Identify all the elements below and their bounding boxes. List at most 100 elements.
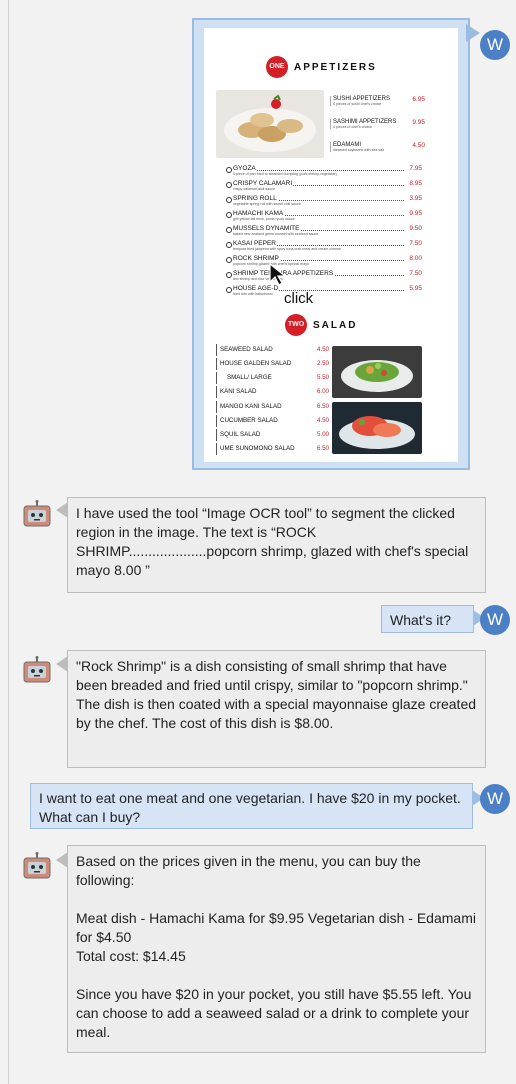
- menu-item-desc: fried tofu with katsubushi: [233, 292, 273, 296]
- menu-item-desc: 4 pieces of sushi chef's choice: [333, 102, 382, 106]
- salad-photo-2: [332, 402, 422, 454]
- salad-item-price: 6.50: [316, 445, 329, 452]
- salad-item[interactable]: MANGO KANI SALAD 6.50: [216, 401, 329, 413]
- leader-dots: [233, 170, 404, 171]
- menu-item-edamami[interactable]: EDAMAMI 4.50 steamed soybeans with sea s…: [330, 142, 425, 152]
- menu-item-spring-roll[interactable]: SPRING ROLL 3.95 vegetable spring roll w…: [226, 195, 422, 207]
- user-message-text: I want to eat one meat and one vegetaria…: [39, 790, 461, 825]
- bot-avatar: [22, 500, 52, 528]
- menu-item-price: 7.50: [409, 270, 422, 277]
- salad-item-name: UME SUNOMONO SALAD: [220, 445, 295, 452]
- user-message-whats-it: What's it?: [381, 605, 474, 633]
- menu-item-kasai-peper[interactable]: KASAI PEPER 7.50 tempura fried jalapeno …: [226, 240, 422, 252]
- section-badge: ONE: [266, 56, 288, 78]
- menu-item-shrimp-tempura[interactable]: SHRIMP TEMPURA APPETIZERS 7.50 two shrim…: [226, 270, 422, 282]
- salad-photo-art: [339, 416, 415, 449]
- robot-icon: [23, 852, 51, 879]
- menu-item-name: SPRING ROLL: [233, 195, 278, 202]
- salad-header: TWO SALAD: [285, 314, 357, 336]
- robot-icon: [23, 500, 51, 527]
- user-message-text: What's it?: [390, 612, 452, 628]
- bot-avatar: [22, 656, 52, 684]
- bullet-icon: [226, 197, 232, 203]
- user-avatar: W: [480, 784, 510, 814]
- bullet-icon: [226, 242, 232, 248]
- chat-frame-line: [8, 0, 9, 1084]
- menu-item-house-age-d[interactable]: HOUSE AGE-D 5.95 fried tofu with katsubu…: [226, 285, 422, 297]
- salad-item-name: HOUSE GALDEN SALAD: [220, 360, 292, 367]
- section-title: APPETIZERS: [294, 61, 377, 73]
- bot-message-text: "Rock Shrimp" is a dish consisting of sm…: [76, 658, 477, 731]
- bot-message-explanation: "Rock Shrimp" is a dish consisting of sm…: [67, 650, 486, 768]
- menu-item-gyoza[interactable]: GYOZA 7.95 6 piece of pan fried or steam…: [226, 165, 422, 177]
- salad-item-price: 6.50: [316, 403, 329, 410]
- salad-item-price: 5.00: [316, 431, 329, 438]
- salad-item[interactable]: CUCUMBER SALAD 4.50: [216, 415, 329, 427]
- robot-icon: [23, 656, 51, 683]
- bullet-icon: [226, 272, 232, 278]
- menu-item-price: 7.50: [409, 240, 422, 247]
- menu-item-price: 5.95: [409, 285, 422, 292]
- salad-item[interactable]: KANI SALAD 6.00: [216, 386, 329, 398]
- menu-item-desc: vegetable spring roll with sweet chili s…: [233, 202, 301, 206]
- salad-item-price: 2.50: [316, 360, 329, 367]
- menu-item-price: 7.95: [409, 165, 422, 172]
- bullet-icon: [226, 227, 232, 233]
- salad-item-price: 6.00: [316, 388, 329, 395]
- salad-item[interactable]: SQUIL SALAD 5.00: [216, 429, 329, 441]
- menu-item-name: ROCK SHRIMP: [233, 255, 280, 262]
- salad-item-name: CUCUMBER SALAD: [220, 417, 278, 424]
- bot-message-text: Based on the prices given in the menu, y…: [76, 853, 476, 1040]
- section-badge: TWO: [285, 314, 307, 336]
- user-message-budget: I want to eat one meat and one vegetaria…: [30, 783, 473, 829]
- menu-item-hamachi-kama[interactable]: HAMACHI KAMA 9.95 grill yellow tail neck…: [226, 210, 422, 222]
- salad-item-name: MANGO KANI SALAD: [220, 403, 282, 410]
- menu-item-rock-shrimp[interactable]: ROCK SHRIMP 8.00 popcorn shrimp,glazed w…: [226, 255, 422, 267]
- menu-item-desc: grill yellow tail neck, ponzu yuzu sauce: [233, 217, 295, 221]
- menu-item-mussels-dynamite[interactable]: MUSSELS DYNAMITE 9.50 baked new zealand …: [226, 225, 422, 237]
- menu-item-price: 8.95: [409, 180, 422, 187]
- click-annotation: click: [284, 290, 314, 307]
- bot-message-recommendation: Based on the prices given in the menu, y…: [67, 845, 486, 1053]
- salad-photo-1: [332, 346, 422, 398]
- salad-photo-art: [341, 360, 413, 392]
- salad-item[interactable]: UME SUNOMONO SALAD 6.50: [216, 443, 329, 455]
- appetizers-header: ONE APPETIZERS: [266, 56, 377, 78]
- menu-item-price: 6.95: [412, 96, 425, 103]
- bullet-icon: [226, 212, 232, 218]
- bot-message-ocr: I have used the tool “Image OCR tool” to…: [67, 497, 486, 593]
- salad-item-name: SQUIL SALAD: [220, 431, 261, 438]
- bullet-icon: [226, 257, 232, 263]
- bullet-icon: [226, 167, 232, 173]
- menu-item-desc: steamed soybeans with sea salt: [333, 148, 384, 152]
- salad-item-name: SEAWEED SALAD: [220, 346, 273, 353]
- bullet-icon: [226, 287, 232, 293]
- bot-message-text: I have used the tool “Image OCR tool” to…: [76, 505, 469, 578]
- salad-item[interactable]: HOUSE GALDEN SALAD 2.50: [216, 358, 329, 370]
- menu-item-price: 9.95: [409, 210, 422, 217]
- user-avatar: W: [480, 605, 510, 635]
- menu-item-crispy-calamari[interactable]: CRISPY CALAMARI 8.95 crispy calamari,aio…: [226, 180, 422, 192]
- menu-item-name: CRISPY CALAMARI: [233, 180, 294, 187]
- menu-item-price: 9.95: [412, 119, 425, 126]
- menu-item-sashimi-appetizers[interactable]: SASHIMI APPETIZERS 9.95 4 pieces of chef…: [330, 119, 425, 129]
- salad-item-name: SMALL/ LARGE: [227, 374, 272, 381]
- bot-avatar: [22, 852, 52, 880]
- menu-item-name: MUSSELS DYNAMITE: [233, 225, 301, 232]
- user-avatar: W: [480, 30, 510, 60]
- menu-item-price: 4.50: [412, 142, 425, 149]
- salad-item-price: 5.50: [316, 374, 329, 381]
- menu-item-price: 9.50: [409, 225, 422, 232]
- salad-item[interactable]: SEAWEED SALAD 4.50: [216, 344, 329, 356]
- salad-item[interactable]: SMALL/ LARGE 5.50: [216, 372, 329, 384]
- bullet-icon: [226, 182, 232, 188]
- menu-item-price: 8.00: [409, 255, 422, 262]
- section-title: SALAD: [313, 319, 358, 331]
- salad-item-price: 4.50: [316, 417, 329, 424]
- menu-item-desc: tempura fried jalapeno with spicy tuna,c…: [233, 247, 341, 251]
- menu-item-sushi-appetizers[interactable]: SUSHI APPETIZERS 6.95 4 pieces of sushi …: [330, 96, 425, 106]
- mouse-cursor-icon: [269, 262, 287, 286]
- salad-item-name: KANI SALAD: [220, 388, 257, 395]
- menu-item-desc: baked new zealand green mussel with seaf…: [233, 232, 319, 236]
- menu-item-price: 3.95: [409, 195, 422, 202]
